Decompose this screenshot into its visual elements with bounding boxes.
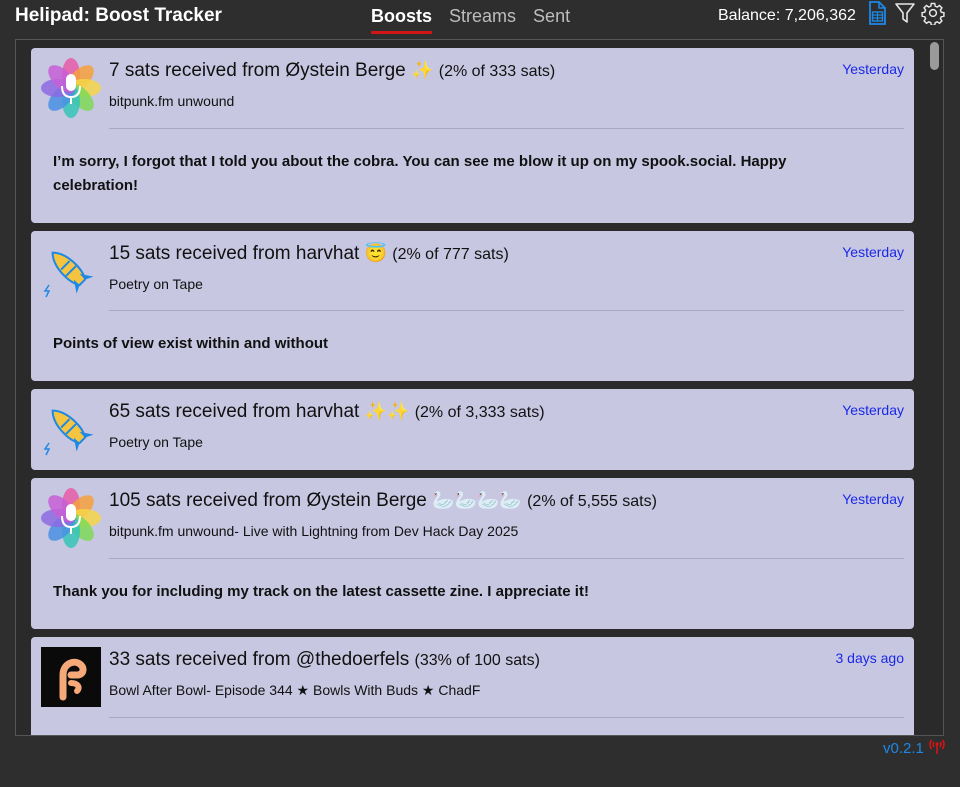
scrollbar-thumb[interactable] (930, 42, 939, 70)
boost-split: (2% of 5,555 sats) (527, 493, 657, 510)
boost-time-link[interactable]: Yesterday (842, 491, 904, 507)
rocket-icon (41, 399, 101, 459)
tab-sent[interactable]: Sent (533, 6, 570, 31)
boost-card: 105 sats received from Øystein Berge 🦢🦢🦢… (31, 478, 914, 629)
tab-boosts[interactable]: Boosts (371, 6, 433, 34)
boost-amount-text: 15 sats received from harvhat (109, 243, 360, 264)
boost-split: (2% of 777 sats) (392, 246, 509, 263)
boost-emoji: ✨✨ (364, 401, 410, 421)
boost-card: 33 sats received from @thedoerfels (33% … (31, 637, 914, 735)
boost-emoji: ✨ (411, 60, 434, 80)
divider (109, 310, 904, 311)
app-header: Helipad: Boost Tracker Boosts Streams Se… (0, 0, 960, 38)
boost-message: I’m sorry, I forgot that I told you abou… (53, 153, 787, 194)
boost-amount-text: 33 sats received from @thedoerfels (109, 649, 410, 670)
gear-icon[interactable] (921, 1, 945, 27)
boost-title: 33 sats received from @thedoerfels (33% … (109, 649, 540, 671)
divider (109, 128, 904, 129)
filter-icon[interactable] (894, 1, 916, 25)
boost-split: (33% of 100 sats) (414, 652, 540, 669)
boost-card: 7 sats received from Øystein Berge ✨ (2%… (31, 48, 914, 223)
broadcast-signal-icon (928, 737, 946, 760)
boost-emoji: 🦢🦢🦢🦢 (432, 490, 522, 510)
boost-split: (2% of 333 sats) (438, 63, 556, 80)
boost-card: 65 sats received from harvhat ✨✨ (2% of … (31, 389, 914, 470)
boost-amount-text: 7 sats received from Øystein Berge (109, 60, 406, 81)
boost-message: Points of view exist within and without (53, 335, 329, 352)
boost-title: 105 sats received from Øystein Berge 🦢🦢🦢… (109, 490, 657, 512)
podcast-logo-f-icon (41, 647, 101, 707)
csv-export-icon[interactable] (866, 1, 888, 25)
podcast-name: Poetry on Tape (109, 434, 203, 450)
podcast-name: bitpunk.fm unwound- Live with Lightning … (109, 523, 519, 539)
podcast-name: Poetry on Tape (109, 276, 203, 292)
divider (109, 558, 904, 559)
boost-split: (2% of 3,333 sats) (414, 404, 545, 421)
boost-message: Thank you for including my track on the … (53, 583, 589, 600)
app-title: Helipad: Boost Tracker (15, 5, 222, 26)
balance-display: Balance: 7,206,362 (718, 7, 856, 24)
boost-amount-text: 65 sats received from harvhat (109, 401, 360, 422)
tab-streams[interactable]: Streams (449, 6, 516, 31)
flower-microphone-icon (41, 58, 101, 118)
podcast-name: Bowl After Bowl- Episode 344 ★ Bowls Wit… (109, 682, 481, 698)
boost-time-link[interactable]: 3 days ago (836, 650, 905, 666)
podcast-name: bitpunk.fm unwound (109, 93, 235, 109)
boost-list-panel[interactable]: 7 sats received from Øystein Berge ✨ (2%… (15, 39, 944, 736)
boost-time-link[interactable]: Yesterday (842, 244, 904, 260)
boost-title: 65 sats received from harvhat ✨✨ (2% of … (109, 401, 545, 423)
boost-card: 15 sats received from harvhat 😇 (2% of 7… (31, 231, 914, 381)
boost-title: 15 sats received from harvhat 😇 (2% of 7… (109, 243, 509, 265)
rocket-icon (41, 241, 101, 301)
boost-title: 7 sats received from Øystein Berge ✨ (2%… (109, 60, 555, 82)
tab-bar: Boosts Streams Sent (371, 6, 570, 34)
boost-time-link[interactable]: Yesterday (842, 61, 904, 77)
boost-amount-text: 105 sats received from Øystein Berge (109, 490, 427, 511)
flower-microphone-icon (41, 488, 101, 548)
boost-emoji: 😇 (364, 243, 387, 263)
version-label: v0.2.1 (883, 740, 924, 757)
boost-time-link[interactable]: Yesterday (842, 402, 904, 418)
divider (109, 717, 904, 718)
